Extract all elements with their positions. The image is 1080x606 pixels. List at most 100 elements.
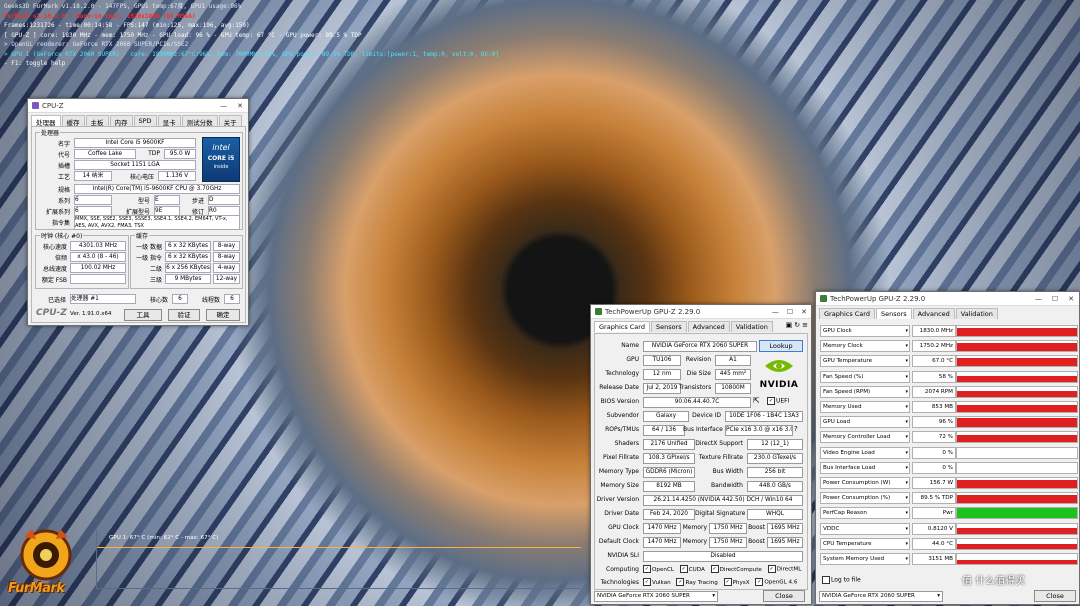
- log-to-file-checkbox[interactable]: [822, 576, 830, 584]
- camera-icon[interactable]: ▣: [786, 321, 793, 332]
- driver-version-label: Driver Version: [596, 496, 639, 503]
- close-button[interactable]: Close: [763, 590, 805, 602]
- default-memory-value: 1750 MHz: [709, 537, 747, 548]
- tab-advanced[interactable]: Advanced: [912, 308, 955, 319]
- log-to-file-label: Log to file: [831, 576, 861, 584]
- tdp-value: 95.0 W: [164, 149, 196, 159]
- osd-renderer: > OpenGL renderer: GeForce RTX 2060 SUPE…: [4, 41, 189, 48]
- osd-gpuz: [ GPU-Z ] core: 1830 MHz - mem: 1750 MHz…: [4, 31, 362, 39]
- help-icon[interactable]: ?: [794, 425, 798, 433]
- sensor-row: Fan Speed (RPM) ▾ 2074 RPM: [820, 385, 1078, 398]
- sensor-name[interactable]: Memory Clock ▾: [820, 340, 910, 353]
- sensor-graph-fill: [957, 418, 1077, 428]
- card-select[interactable]: NVIDIA GeForce RTX 2060 SUPER ▾: [594, 591, 718, 602]
- nvidia-eye-icon: [765, 360, 793, 372]
- menu-icon[interactable]: ≡: [802, 321, 808, 332]
- transistors-label: Transistors: [679, 384, 712, 391]
- refresh-icon[interactable]: ↻: [794, 321, 800, 332]
- tab-sensors[interactable]: Sensors: [650, 321, 687, 332]
- chevron-down-icon: ▾: [905, 510, 908, 517]
- tab-graphics-card[interactable]: Graphics Card: [819, 308, 875, 319]
- code-value: Coffee Lake: [74, 149, 136, 159]
- sensor-name[interactable]: Video Engine Load ▾: [820, 446, 910, 459]
- driver-date-label: Driver Date: [604, 510, 639, 517]
- sensor-row: GPU Clock ▾ 1830.0 MHz: [820, 324, 1078, 337]
- chevron-down-icon: ▾: [905, 328, 908, 334]
- validate-button[interactable]: 验证: [168, 309, 200, 321]
- name-value: Intel Core i5 9600KF: [74, 138, 196, 148]
- sensor-graph: [956, 355, 1078, 368]
- intel-badge: intel CORE i5 inside: [202, 137, 240, 182]
- tools-button[interactable]: 工具: [124, 309, 162, 321]
- tab-validation[interactable]: Validation: [955, 308, 998, 319]
- sensor-name[interactable]: Bus Interface Load ▾: [820, 461, 910, 474]
- intel-badge-brand: intel: [212, 143, 230, 152]
- tab-sensors[interactable]: Sensors: [875, 308, 912, 319]
- bandwidth-value: 448.0 GB/s: [747, 481, 803, 492]
- ok-button[interactable]: 确定: [206, 309, 240, 321]
- sensor-name[interactable]: Fan Speed (RPM) ▾: [820, 385, 910, 398]
- sensor-name[interactable]: Power Consumption (W) ▾: [820, 477, 910, 489]
- sensor-name[interactable]: PerfCap Reason ▾: [820, 507, 910, 520]
- model-value: E: [154, 195, 180, 205]
- family-label: 系列: [57, 198, 70, 205]
- directml-checkbox: ✓: [767, 565, 776, 573]
- sensor-name[interactable]: GPU Clock ▾: [820, 325, 910, 337]
- sensor-name[interactable]: Fan Speed (%) ▾: [820, 370, 910, 383]
- sensor-name[interactable]: Power Consumption (%) ▾: [820, 492, 910, 505]
- minimize-icon[interactable]: —: [768, 308, 783, 316]
- tab-graphics-card[interactable]: Graphics Card: [594, 321, 650, 332]
- nvidia-logo-text: NVIDIA: [759, 380, 799, 390]
- release-date-value: Jul 2, 2019: [643, 383, 681, 394]
- sensors-close-button[interactable]: Close: [1034, 590, 1076, 602]
- gpuz-sensors-window[interactable]: TechPowerUp GPU-Z 2.29.0 — ☐ ✕ Graphics …: [815, 291, 1080, 605]
- log-to-file[interactable]: Log to file: [822, 576, 861, 584]
- sensor-name[interactable]: System Memory Used ▾: [820, 553, 910, 565]
- sensor-name[interactable]: CPU Temperature ▾: [820, 537, 910, 550]
- sensor-row: GPU Temperature ▾ 67.0 °C: [820, 354, 1078, 368]
- driver-date-value: Feb 24, 2020: [643, 509, 695, 520]
- gpuz-sensors-titlebar[interactable]: TechPowerUp GPU-Z 2.29.0 — ☐ ✕: [816, 292, 1079, 306]
- sensor-row: System Memory Used ▾ 3151 MB: [820, 552, 1078, 565]
- sensor-name[interactable]: VDDC ▾: [820, 522, 910, 535]
- default-boost-label: Boost: [748, 538, 765, 545]
- close-icon[interactable]: ✕: [1063, 295, 1079, 303]
- tab-validation[interactable]: Validation: [730, 321, 773, 332]
- sensor-name[interactable]: GPU Load ▾: [820, 416, 910, 429]
- stepping-value: D: [208, 195, 240, 205]
- gpu-clock-memory-value: 1750 MHz: [709, 523, 747, 534]
- sensor-card-select[interactable]: NVIDIA GeForce RTX 2060 SUPER ▾: [819, 591, 943, 602]
- sensor-graph: [956, 401, 1078, 413]
- minimize-icon[interactable]: —: [215, 102, 232, 110]
- minimize-icon[interactable]: —: [1030, 295, 1047, 303]
- sensor-name[interactable]: Memory Controller Load ▾: [820, 431, 910, 444]
- package-label: 插槽: [57, 163, 70, 170]
- processor-select[interactable]: 处理器 #1: [70, 294, 136, 304]
- gpuz-card-window[interactable]: TechPowerUp GPU-Z 2.29.0 — ☐ ✕ Graphics …: [590, 304, 812, 605]
- tab-advanced[interactable]: Advanced: [687, 321, 730, 332]
- sensor-name[interactable]: GPU Temperature ▾: [820, 355, 910, 368]
- maximize-icon[interactable]: ☐: [783, 308, 797, 316]
- sensor-name[interactable]: Memory Used ▾: [820, 401, 910, 413]
- lookup-button[interactable]: Lookup: [759, 340, 803, 352]
- bus-interface-label: Bus Interface: [683, 426, 723, 433]
- spec-value: Intel(R) Core(TM) i5-9600KF CPU @ 3.70GH…: [74, 184, 240, 194]
- cpuz-titlebar[interactable]: CPU-Z — ✕: [28, 99, 248, 113]
- close-icon[interactable]: ✕: [232, 102, 248, 110]
- sensor-value: 0 %: [912, 461, 956, 474]
- processor-group-title: 处理器: [40, 128, 61, 137]
- die-size-value: 445 mm²: [715, 369, 751, 380]
- bus-interface-value: PCIe x16 3.0 @ x16 3.0: [725, 425, 793, 436]
- share-icon[interactable]: ⇱: [753, 396, 760, 405]
- chevron-down-icon: ▾: [905, 556, 908, 562]
- gpuz-card-titlebar[interactable]: TechPowerUp GPU-Z 2.29.0 — ☐ ✕: [591, 305, 811, 319]
- sensor-graph: [956, 537, 1078, 550]
- chevron-down-icon: ▾: [905, 404, 908, 410]
- vulkan-checkbox: ✓: [643, 578, 651, 586]
- cache-group-title: 缓存: [135, 231, 150, 240]
- watermark: 值 什么值得买: [962, 576, 1026, 587]
- close-icon[interactable]: ✕: [797, 308, 811, 316]
- cpuz-window[interactable]: CPU-Z — ✕ 处理器 缓存 主板 内存 SPD 显卡 测试分数 关于 处理…: [27, 98, 249, 326]
- name-value: NVIDIA GeForce RTX 2060 SUPER: [643, 341, 757, 352]
- maximize-icon[interactable]: ☐: [1047, 295, 1063, 303]
